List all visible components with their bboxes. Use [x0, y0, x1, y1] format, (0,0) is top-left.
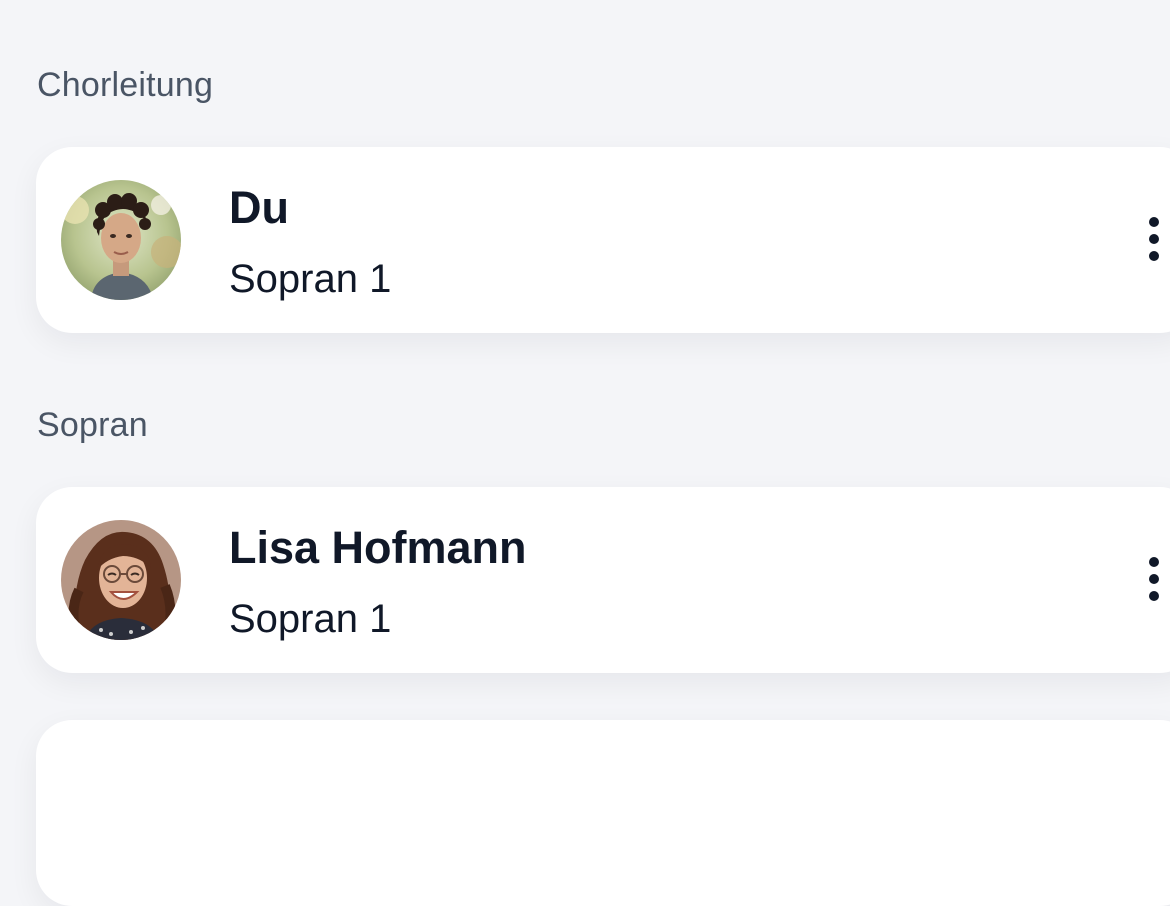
member-card-lisa-hofmann[interactable]: Lisa Hofmann Sopran 1 — [36, 487, 1170, 673]
avatar — [61, 520, 181, 640]
more-vertical-icon-dot — [1149, 234, 1159, 244]
member-card-partial[interactable] — [36, 720, 1170, 906]
more-vertical-icon-dot — [1149, 251, 1159, 261]
member-name: Lisa Hofmann — [229, 522, 527, 573]
member-voice-part: Sopran 1 — [229, 257, 392, 301]
member-name: Du — [229, 182, 289, 233]
member-card-du[interactable]: Du Sopran 1 — [36, 147, 1170, 333]
more-vertical-icon-dot — [1149, 557, 1159, 567]
more-vertical-icon-dot — [1149, 574, 1159, 584]
more-vertical-icon-dot — [1149, 217, 1159, 227]
section-label-chorleitung: Chorleitung — [37, 66, 214, 104]
avatar-photo-icon — [61, 180, 181, 300]
member-voice-part: Sopran 1 — [229, 597, 392, 641]
section-label-sopran: Sopran — [37, 406, 148, 444]
more-options-button[interactable] — [1136, 215, 1170, 267]
more-vertical-icon-dot — [1149, 591, 1159, 601]
more-options-button[interactable] — [1136, 555, 1170, 607]
avatar — [61, 180, 181, 300]
avatar-photo-icon — [61, 520, 181, 640]
